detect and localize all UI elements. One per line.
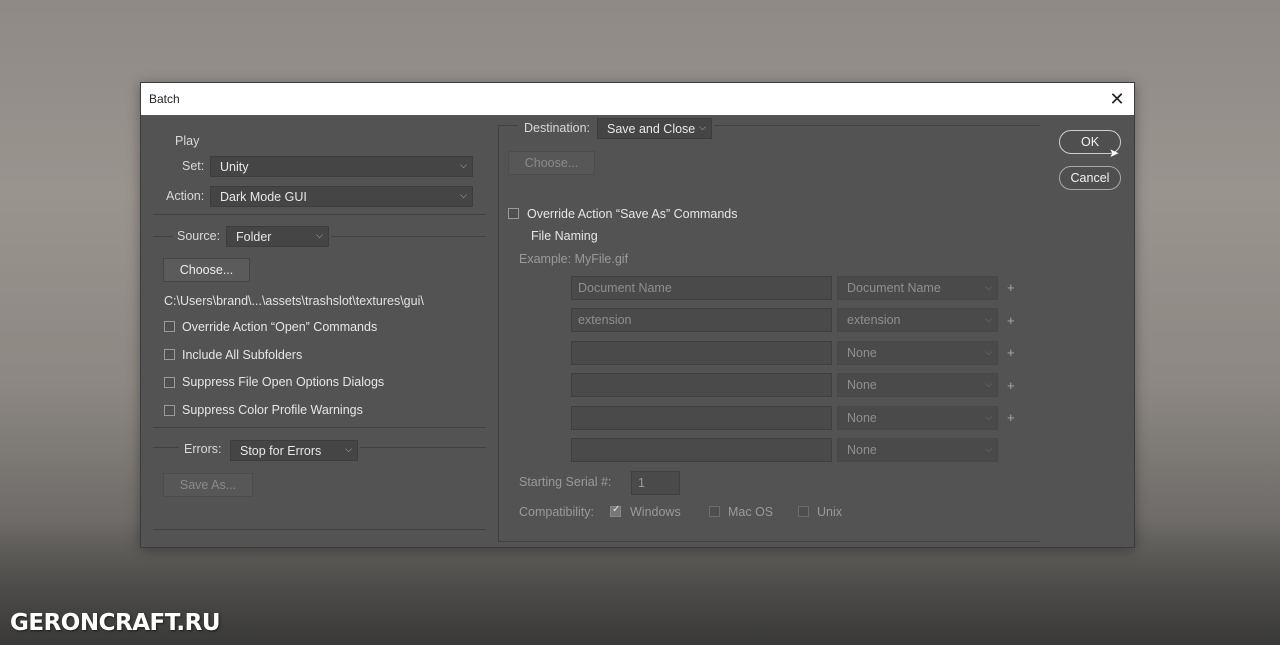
naming-select-4-value: None (847, 378, 877, 392)
divider (498, 541, 1040, 542)
naming-field-4[interactable] (571, 373, 832, 397)
chevron-down-icon: ⌵ (460, 160, 467, 170)
unix-checkbox[interactable] (798, 506, 809, 517)
add-row-icon[interactable]: + (1007, 410, 1015, 425)
divider (153, 427, 486, 428)
naming-select-3[interactable]: None ⌵ (837, 341, 998, 365)
source-path: C:\Users\brand\...\assets\trashslot\text… (164, 294, 424, 308)
naming-select-3-value: None (847, 346, 877, 360)
play-heading: Play (175, 134, 200, 148)
windows-checkbox[interactable] (610, 504, 621, 517)
override-save-as-label: Override Action “Save As” Commands (527, 207, 738, 221)
chevron-down-icon: ⌵ (699, 122, 706, 132)
source-label: Source: (177, 229, 221, 243)
action-value: Dark Mode GUI (220, 190, 307, 204)
naming-field-5[interactable] (571, 406, 832, 430)
unix-label: Unix (817, 505, 843, 519)
destination-label: Destination: (524, 121, 591, 135)
suppress-color-warnings-label: Suppress Color Profile Warnings (182, 403, 363, 417)
chevron-down-icon: ⌵ (460, 190, 467, 200)
divider (153, 529, 486, 530)
chevron-down-icon: ⌵ (985, 347, 992, 357)
naming-select-5[interactable]: None ⌵ (837, 406, 998, 430)
add-row-icon[interactable]: + (1007, 313, 1015, 328)
close-icon[interactable]: ✕ (1100, 83, 1134, 115)
divider (360, 447, 486, 448)
source-value: Folder (236, 230, 272, 244)
errors-label: Errors: (184, 442, 222, 456)
override-open-label: Override Action “Open” Commands (182, 320, 378, 334)
suppress-open-options-checkbox[interactable] (164, 377, 175, 388)
include-subfolders-label: Include All Subfolders (182, 348, 303, 362)
naming-field-3[interactable] (571, 341, 832, 365)
divider (153, 214, 486, 215)
set-select[interactable]: Unity ⌵ (210, 156, 473, 177)
batch-dialog: Batch ✕ Play Set: Unity ⌵ Action: Dark M… (140, 82, 1135, 548)
save-as-button[interactable]: Save As... (163, 473, 253, 497)
action-select[interactable]: Dark Mode GUI ⌵ (210, 186, 473, 207)
panel-border (498, 125, 499, 541)
macos-checkbox[interactable] (709, 506, 720, 517)
source-choose-button[interactable]: Choose... (163, 258, 250, 282)
naming-select-5-value: None (847, 411, 877, 425)
errors-select[interactable]: Stop for Errors ⌵ (230, 440, 358, 461)
override-open-checkbox[interactable] (164, 321, 175, 332)
suppress-color-warnings-checkbox[interactable] (164, 405, 175, 416)
override-save-as-checkbox[interactable] (508, 208, 519, 219)
chevron-down-icon: ⌵ (985, 412, 992, 422)
chevron-down-icon: ⌵ (985, 314, 992, 324)
window-title: Batch (149, 92, 180, 106)
chevron-down-icon: ⌵ (985, 379, 992, 389)
cursor-icon: ➤ (1109, 146, 1120, 160)
set-label: Set: (182, 159, 205, 173)
serial-label: Starting Serial #: (519, 475, 612, 489)
chevron-down-icon: ⌵ (985, 444, 992, 454)
naming-select-1-value: Document Name (847, 281, 941, 295)
title-bar: Batch ✕ (141, 83, 1134, 115)
naming-field-1[interactable]: Document Name (571, 276, 832, 300)
divider (714, 125, 1040, 126)
file-naming-example: Example: MyFile.gif (519, 252, 629, 266)
suppress-open-options-label: Suppress File Open Options Dialogs (182, 375, 385, 389)
divider (153, 236, 173, 237)
add-row-icon[interactable]: + (1007, 378, 1015, 393)
watermark: GERONCRAFT.RU (10, 610, 221, 636)
macos-label: Mac OS (728, 505, 774, 519)
add-row-icon[interactable]: + (1007, 280, 1015, 295)
cancel-button[interactable]: Cancel (1059, 166, 1121, 190)
chevron-down-icon: ⌵ (345, 444, 352, 454)
include-subfolders-checkbox[interactable] (164, 349, 175, 360)
naming-select-2[interactable]: extension ⌵ (837, 308, 998, 332)
set-value: Unity (220, 160, 249, 174)
chevron-down-icon: ⌵ (316, 230, 323, 240)
add-row-icon[interactable]: + (1007, 345, 1015, 360)
chevron-down-icon: ⌵ (985, 282, 992, 292)
naming-select-6-value: None (847, 443, 877, 457)
naming-select-4[interactable]: None ⌵ (837, 373, 998, 397)
naming-select-2-value: extension (847, 313, 901, 327)
windows-label: Windows (630, 505, 681, 519)
serial-input[interactable]: 1 (631, 471, 680, 495)
divider (331, 236, 486, 237)
errors-value: Stop for Errors (240, 444, 322, 458)
compatibility-label: Compatibility: (519, 505, 595, 519)
naming-field-2[interactable]: extension (571, 308, 832, 332)
destination-choose-button[interactable]: Choose... (508, 151, 595, 175)
naming-select-1[interactable]: Document Name ⌵ (837, 276, 998, 300)
divider (153, 447, 179, 448)
file-naming-heading: File Naming (531, 229, 598, 243)
source-select[interactable]: Folder ⌵ (226, 226, 329, 247)
divider (498, 125, 518, 126)
action-label: Action: (166, 189, 205, 203)
naming-select-6[interactable]: None ⌵ (837, 438, 998, 462)
destination-select[interactable]: Save and Close ⌵ (597, 118, 712, 139)
destination-value: Save and Close (607, 122, 696, 136)
naming-field-6[interactable] (571, 438, 832, 462)
